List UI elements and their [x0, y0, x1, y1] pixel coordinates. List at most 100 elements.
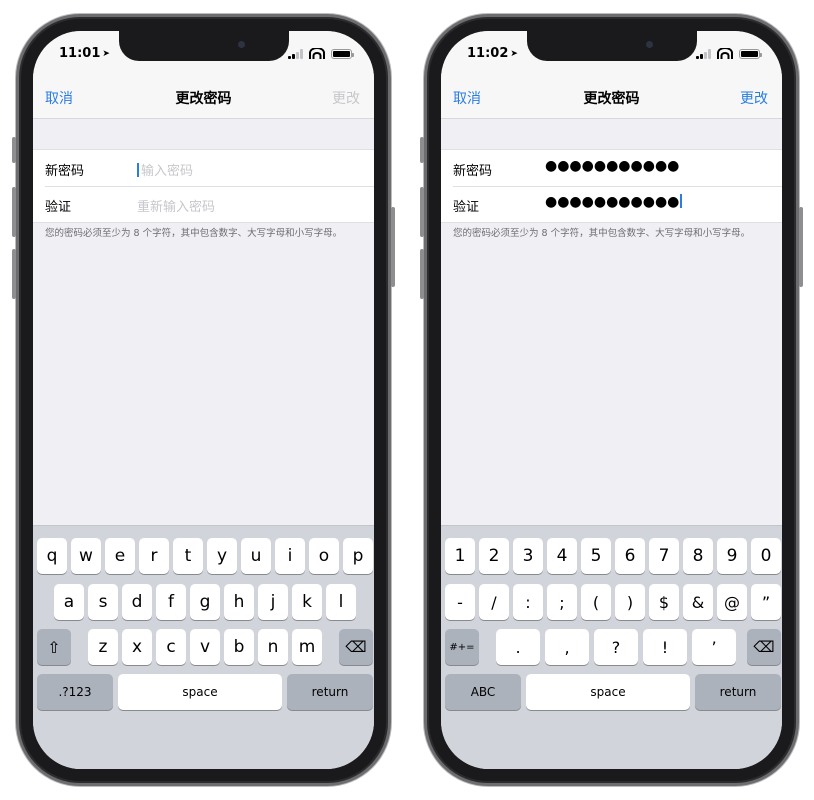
- key-3[interactable]: 3: [513, 538, 543, 574]
- key-slash[interactable]: /: [479, 584, 509, 620]
- key-b[interactable]: b: [224, 629, 254, 665]
- key-exclamation[interactable]: !: [643, 629, 687, 665]
- key-r[interactable]: r: [139, 538, 169, 574]
- cancel-button[interactable]: 取消: [45, 88, 73, 108]
- return-key[interactable]: return: [287, 674, 373, 710]
- backspace-icon: ⌫: [753, 638, 775, 656]
- key-8[interactable]: 8: [683, 538, 713, 574]
- key-1[interactable]: 1: [445, 538, 475, 574]
- key-comma[interactable]: ,: [545, 629, 589, 665]
- key-dollar[interactable]: $: [649, 584, 679, 620]
- letters-mode-key[interactable]: ABC: [445, 674, 521, 710]
- backspace-icon: ⌫: [345, 638, 367, 656]
- key-s[interactable]: s: [88, 584, 118, 620]
- key-u[interactable]: u: [241, 538, 271, 574]
- new-password-label: 新密码: [45, 164, 85, 179]
- verify-password-field[interactable]: ●●●●●●●●●●●: [545, 194, 683, 210]
- backspace-key[interactable]: ⌫: [339, 629, 373, 665]
- nav-bar: 取消 更改密码 更改: [33, 75, 374, 119]
- verify-password-row: 验证 重新输入密码: [33, 186, 374, 222]
- key-at[interactable]: @: [717, 584, 747, 620]
- key-t[interactable]: t: [173, 538, 203, 574]
- keyboard-numbers: 1 2 3 4 5 6 7 8 9 0 - / : ; ( ) $ & @ ” …: [441, 525, 782, 769]
- key-n[interactable]: n: [258, 629, 288, 665]
- volume-down-button: [12, 249, 16, 299]
- key-c[interactable]: c: [156, 629, 186, 665]
- wifi-icon: [717, 48, 733, 59]
- space-key[interactable]: space: [526, 674, 690, 710]
- space-key[interactable]: space: [118, 674, 282, 710]
- key-e[interactable]: e: [105, 538, 135, 574]
- key-k[interactable]: k: [292, 584, 322, 620]
- key-y[interactable]: y: [207, 538, 237, 574]
- page-title: 更改密码: [175, 91, 232, 107]
- key-6[interactable]: 6: [615, 538, 645, 574]
- new-password-field[interactable]: ●●●●●●●●●●●: [545, 158, 679, 174]
- location-icon: ➤: [510, 49, 518, 59]
- key-v[interactable]: v: [190, 629, 220, 665]
- symbols-toggle-key[interactable]: #+=: [445, 629, 479, 665]
- key-o[interactable]: o: [309, 538, 339, 574]
- wifi-icon: [309, 48, 325, 59]
- key-2[interactable]: 2: [479, 538, 509, 574]
- cancel-button[interactable]: 取消: [453, 88, 481, 108]
- volume-up-button: [420, 187, 424, 237]
- screen: 11:02 ➤ 取消 更改密码 更改 新密码 ●●●●●●●●●●● 验证 ●●●…: [441, 31, 782, 769]
- key-semicolon[interactable]: ;: [547, 584, 577, 620]
- change-button[interactable]: 更改: [740, 88, 768, 108]
- key-f[interactable]: f: [156, 584, 186, 620]
- key-p[interactable]: p: [343, 538, 373, 574]
- key-7[interactable]: 7: [649, 538, 679, 574]
- change-button[interactable]: 更改: [332, 88, 360, 108]
- key-z[interactable]: z: [88, 629, 118, 665]
- return-key[interactable]: return: [695, 674, 781, 710]
- keyboard-letters: q w e r t y u i o p a s d f g h j k l ⇧ …: [33, 525, 374, 769]
- new-password-row: 新密码 ●●●●●●●●●●●: [441, 150, 782, 186]
- phone-right: 11:02 ➤ 取消 更改密码 更改 新密码 ●●●●●●●●●●● 验证 ●●●…: [420, 14, 803, 786]
- key-5[interactable]: 5: [581, 538, 611, 574]
- key-j[interactable]: j: [258, 584, 288, 620]
- volume-down-button: [420, 249, 424, 299]
- key-quote[interactable]: ”: [751, 584, 781, 620]
- new-password-row: 新密码 输入密码: [33, 150, 374, 186]
- volume-up-button: [12, 187, 16, 237]
- verify-password-label: 验证: [45, 200, 72, 215]
- side-button: [799, 207, 803, 287]
- text-cursor: [680, 194, 683, 208]
- key-ampersand[interactable]: &: [683, 584, 713, 620]
- key-close-paren[interactable]: ): [615, 584, 645, 620]
- signal-icon: [288, 48, 303, 59]
- key-h[interactable]: h: [224, 584, 254, 620]
- key-w[interactable]: w: [71, 538, 101, 574]
- notch: [526, 31, 697, 61]
- mute-switch: [12, 137, 16, 163]
- password-form: 新密码 输入密码 验证 重新输入密码: [33, 149, 374, 223]
- key-d[interactable]: d: [122, 584, 152, 620]
- key-i[interactable]: i: [275, 538, 305, 574]
- verify-password-field[interactable]: 重新输入密码: [137, 196, 215, 215]
- key-a[interactable]: a: [54, 584, 84, 620]
- page-title: 更改密码: [583, 91, 640, 107]
- verify-password-label: 验证: [453, 200, 480, 215]
- key-apostrophe[interactable]: ’: [692, 629, 736, 665]
- key-period[interactable]: .: [496, 629, 540, 665]
- shift-key[interactable]: ⇧: [37, 629, 71, 665]
- side-button: [391, 207, 395, 287]
- key-l[interactable]: l: [326, 584, 356, 620]
- key-question[interactable]: ?: [594, 629, 638, 665]
- key-q[interactable]: q: [37, 538, 67, 574]
- key-colon[interactable]: :: [513, 584, 543, 620]
- status-time: 11:02 ➤: [467, 46, 518, 61]
- key-open-paren[interactable]: (: [581, 584, 611, 620]
- backspace-key[interactable]: ⌫: [747, 629, 781, 665]
- numbers-mode-key[interactable]: .?123: [37, 674, 113, 710]
- new-password-field[interactable]: 输入密码: [137, 160, 193, 179]
- key-g[interactable]: g: [190, 584, 220, 620]
- key-m[interactable]: m: [292, 629, 322, 665]
- key-4[interactable]: 4: [547, 538, 577, 574]
- key-hyphen[interactable]: -: [445, 584, 475, 620]
- key-0[interactable]: 0: [751, 538, 781, 574]
- key-x[interactable]: x: [122, 629, 152, 665]
- key-9[interactable]: 9: [717, 538, 747, 574]
- battery-icon: [739, 48, 762, 59]
